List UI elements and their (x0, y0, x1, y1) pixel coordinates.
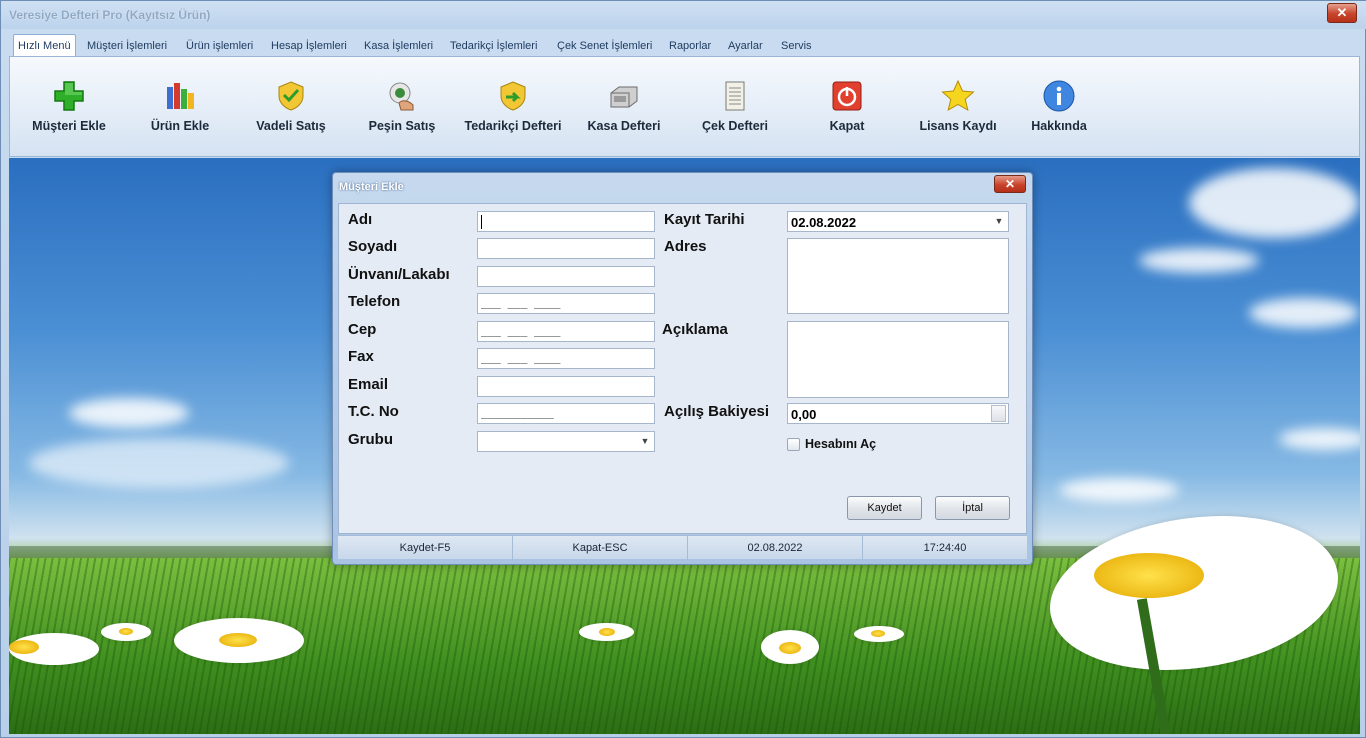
adi-input[interactable] (477, 211, 655, 232)
pesin-satis-label: Peşin Satış (368, 119, 436, 133)
tedarikci-defteri-button[interactable]: Tedarikçi Defteri (458, 79, 568, 143)
dialog-title: Müşteri Ekle (339, 181, 404, 193)
email-label: Email (348, 376, 389, 393)
adi-label: Adı (348, 211, 373, 228)
lisans-kaydi-button[interactable]: Lisans Kaydı (903, 79, 1013, 143)
vadeli-satis-button[interactable]: Vadeli Satış (236, 79, 346, 143)
dialog-close-button[interactable]: ✕ (994, 175, 1026, 193)
tedarikci-defteri-label: Tedarikçi Defteri (464, 119, 562, 133)
musteri-ekle-dialog: Müşteri Ekle ✕ Adı Soyadı Ünvanı/Lakabı … (332, 172, 1033, 565)
urun-ekle-button[interactable]: Ürün Ekle (125, 79, 235, 143)
telefon-input[interactable]: ___ ___ ____ (477, 293, 655, 314)
hesabini-ac-label: Hesabını Aç (805, 437, 877, 451)
kasa-defteri-label: Kasa Defteri (587, 119, 661, 133)
dialog-status-bar: Kaydet-F5 Kapat-ESC 02.08.2022 17:24:40 (338, 535, 1027, 560)
tab-hesap-islemleri[interactable]: Hesap İşlemleri (267, 35, 351, 57)
tab-kasa-islemleri[interactable]: Kasa İşlemleri (360, 35, 437, 57)
status-date: 02.08.2022 (688, 536, 863, 560)
shield-arrow-icon (496, 79, 530, 113)
telefon-label: Telefon (348, 293, 401, 310)
cash-register-icon (607, 79, 641, 113)
unvan-label: Ünvanı/Lakabı (348, 266, 450, 283)
star-icon (941, 79, 975, 113)
dialog-body: Adı Soyadı Ünvanı/Lakabı Telefon ___ ___… (338, 203, 1027, 534)
title-bar: Veresiye Defteri Pro (Kayıtsız Ürün) ✕ (1, 1, 1366, 29)
acilis-bakiyesi-input[interactable]: 0,00 (787, 403, 1009, 424)
status-time: 17:24:40 (923, 542, 967, 554)
hand-coin-icon (385, 79, 419, 113)
tab-urun-islemleri[interactable]: Ürün işlemleri (182, 35, 257, 57)
window-close-button[interactable]: ✕ (1327, 3, 1357, 23)
vadeli-satis-label: Vadeli Satış (256, 119, 326, 133)
fax-label: Fax (348, 348, 374, 365)
chevron-down-icon: ▼ (640, 436, 650, 446)
tab-cek-senet-islemleri[interactable]: Çek Senet İşlemleri (553, 35, 656, 57)
kaydet-button[interactable]: Kaydet (847, 496, 922, 520)
cep-input[interactable]: ___ ___ ____ (477, 321, 655, 342)
kayit-tarihi-picker[interactable]: 02.08.2022 ▼ (787, 211, 1009, 232)
shield-check-icon (274, 79, 308, 113)
tcno-input[interactable]: ___________ (477, 403, 655, 424)
tab-hizli-menu[interactable]: Hızlı Menü (13, 34, 76, 58)
aciklama-textarea[interactable] (787, 321, 1009, 398)
adres-textarea[interactable] (787, 238, 1009, 314)
soyadi-label: Soyadı (348, 238, 398, 255)
kayit-tarihi-label: Kayıt Tarihi (664, 211, 745, 228)
window-title: Veresiye Defteri Pro (Kayıtsız Ürün) (9, 8, 211, 22)
tcno-label: T.C. No (348, 403, 399, 420)
tab-servis[interactable]: Servis (777, 35, 816, 57)
products-icon (163, 79, 197, 113)
kapat-button[interactable]: Kapat (792, 79, 902, 143)
kasa-defteri-button[interactable]: Kasa Defteri (569, 79, 679, 143)
lisans-kaydi-label: Lisans Kaydı (919, 119, 997, 133)
musteri-ekle-label: Müşteri Ekle (32, 119, 106, 133)
musteri-ekle-button[interactable]: Müşteri Ekle (14, 79, 124, 143)
aciklama-label: Açıklama (662, 321, 728, 338)
pesin-satis-button[interactable]: Peşin Satış (347, 79, 457, 143)
calculator-button[interactable] (991, 405, 1006, 422)
soyadi-input[interactable] (477, 238, 655, 259)
info-icon (1042, 79, 1076, 113)
tab-ayarlar[interactable]: Ayarlar (724, 35, 767, 57)
chevron-down-icon: ▼ (994, 216, 1004, 226)
power-icon (830, 79, 864, 113)
scroll-icon (718, 79, 752, 113)
tab-raporlar[interactable]: Raporlar (665, 35, 715, 57)
hakkinda-button[interactable]: Hakkında (1004, 79, 1114, 143)
cep-label: Cep (348, 321, 377, 338)
urun-ekle-label: Ürün Ekle (150, 119, 210, 133)
grubu-select[interactable]: ▼ (477, 431, 655, 452)
plus-icon (52, 79, 86, 113)
cek-defteri-label: Çek Defteri (702, 119, 768, 133)
status-kapat-shortcut: Kapat-ESC (513, 536, 688, 560)
unvan-input[interactable] (477, 266, 655, 287)
email-input[interactable] (477, 376, 655, 397)
grubu-label: Grubu (348, 431, 393, 448)
hesabini-ac-checkbox[interactable] (787, 438, 800, 451)
tab-tedarikci-islemleri[interactable]: Tedarikçi İşlemleri (446, 35, 541, 57)
hakkinda-label: Hakkında (1031, 119, 1087, 133)
acilis-bakiyesi-label: Açılış Bakiyesi (664, 403, 770, 420)
iptal-button[interactable]: İptal (935, 496, 1010, 520)
adres-label: Adres (664, 238, 707, 255)
status-kaydet-shortcut: Kaydet-F5 (338, 536, 513, 560)
fax-input[interactable]: ___ ___ ____ (477, 348, 655, 369)
ribbon-panel: Müşteri Ekle Ürün Ekle Vadeli Satış Peşi… (9, 56, 1360, 157)
cek-defteri-button[interactable]: Çek Defteri (680, 79, 790, 143)
tab-musteri-islemleri[interactable]: Müşteri İşlemleri (83, 35, 171, 57)
kapat-label: Kapat (829, 119, 865, 133)
